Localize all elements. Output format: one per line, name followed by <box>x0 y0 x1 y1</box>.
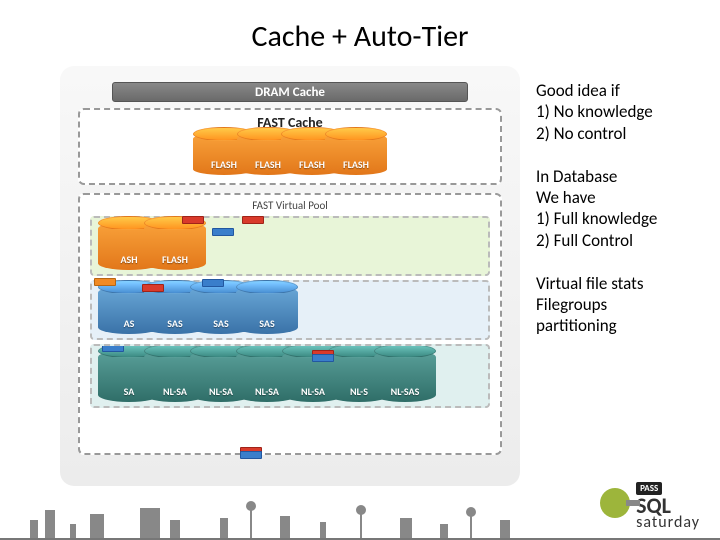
flash-disk: FLASH <box>325 133 387 175</box>
notes-block-2: In Database We have 1) Full knowledge 2)… <box>536 166 716 251</box>
note-line: 2) Full Control <box>536 230 716 251</box>
cold-block-marker <box>202 279 224 287</box>
note-line: Virtual file stats <box>536 273 716 294</box>
hot-block-marker <box>242 216 264 224</box>
note-line: We have <box>536 187 716 208</box>
sas-disk: SAS <box>236 286 298 334</box>
storage-diagram: DRAM Cache FAST Cache FLASH FLASH FLASH … <box>60 66 520 486</box>
notes-block-3: Virtual file stats Filegroups partitioni… <box>536 273 716 337</box>
slide-title: Cache + Auto-Tier <box>0 0 720 55</box>
dram-cache-bar: DRAM Cache <box>112 82 468 102</box>
logo-text-saturday: saturday <box>636 516 700 530</box>
note-line: 2) No control <box>536 123 716 144</box>
sql-saturday-logo: PASS SQL saturday <box>600 477 700 530</box>
note-line: Filegroups <box>536 294 716 315</box>
note-line: 1) Full knowledge <box>536 208 716 229</box>
cold-block-marker <box>240 451 262 459</box>
note-line: Good idea if <box>536 80 716 101</box>
flash-disk: FLASH <box>144 222 206 270</box>
cold-block-marker <box>312 354 334 362</box>
note-line: partitioning <box>536 315 716 336</box>
cold-block-marker <box>212 228 234 236</box>
fast-cache-box: FAST Cache FLASH FLASH FLASH FLASH <box>78 108 502 185</box>
hot-block-marker <box>182 216 204 224</box>
nlsas-disk: NL-SAS <box>374 350 436 402</box>
fast-pool-label: FAST Virtual Pool <box>88 199 492 212</box>
sas-tier: AS SAS SAS SAS <box>90 280 490 340</box>
cold-block-marker <box>102 344 124 352</box>
note-line: In Database <box>536 166 716 187</box>
fast-cache-disks: FLASH FLASH FLASH FLASH <box>88 133 492 175</box>
fast-virtual-pool: FAST Virtual Pool ASH FLASH AS SAS SAS S… <box>78 193 502 455</box>
key-icon <box>600 488 630 518</box>
nlsas-tier: SA NL-SA NL-SA NL-SA NL-SA NL-S NL-SAS <box>90 344 490 408</box>
notes-block-1: Good idea if 1) No knowledge 2) No contr… <box>536 80 716 144</box>
notes-column: Good idea if 1) No knowledge 2) No contr… <box>536 80 716 359</box>
warm-block-marker <box>94 278 116 286</box>
note-line: 1) No knowledge <box>536 101 716 122</box>
hot-block-marker <box>142 284 164 292</box>
flash-tier: ASH FLASH <box>90 216 490 276</box>
